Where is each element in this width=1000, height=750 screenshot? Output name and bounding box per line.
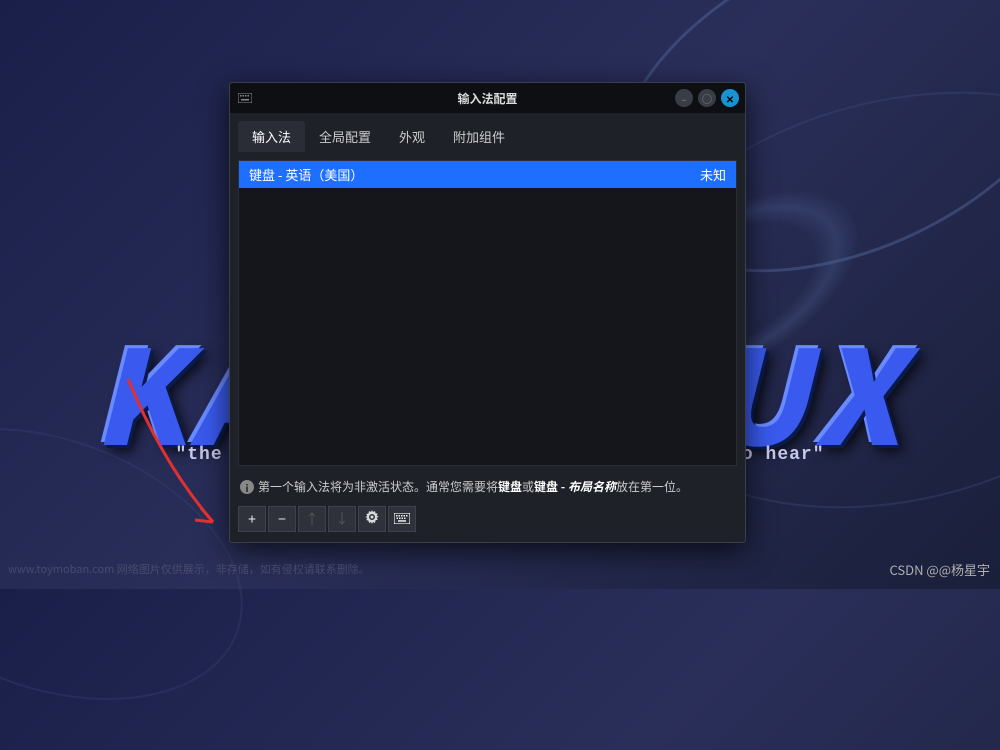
move-up-button[interactable]: ↑ (298, 506, 326, 532)
keyboard-button[interactable] (388, 506, 416, 532)
tab-bar: 输入法 全局配置 外观 附加组件 (230, 113, 745, 152)
tab-appearance[interactable]: 外观 (385, 121, 439, 152)
tab-global-config[interactable]: 全局配置 (305, 121, 385, 152)
input-method-config-dialog: 输入法配置 – ○ ✕ 输入法 全局配置 外观 附加组件 键盘 - 英语（美国）… (229, 82, 746, 543)
move-down-button[interactable]: ↓ (328, 506, 356, 532)
gear-icon (365, 509, 379, 529)
add-button[interactable]: + (238, 506, 266, 532)
settings-button[interactable] (358, 506, 386, 532)
tab-input-method[interactable]: 输入法 (238, 121, 305, 152)
input-method-name: 键盘 - 英语（美国） (249, 165, 363, 184)
keyboard-icon (238, 90, 252, 107)
titlebar: 输入法配置 – ○ ✕ (230, 83, 745, 113)
remove-button[interactable]: − (268, 506, 296, 532)
info-icon: i (240, 480, 254, 494)
input-method-status: 未知 (700, 165, 726, 184)
toolbar: + − ↑ ↓ (230, 500, 745, 542)
info-text: 第一个输入法将为非激活状态。通常您需要将键盘或键盘 - 布局名称放在第一位。 (258, 478, 688, 496)
close-button[interactable]: ✕ (721, 89, 739, 107)
maximize-button[interactable]: ○ (698, 89, 716, 107)
input-method-list[interactable]: 键盘 - 英语（美国） 未知 (238, 160, 737, 466)
tab-addons[interactable]: 附加组件 (439, 121, 519, 152)
info-message: i 第一个输入法将为非激活状态。通常您需要将键盘或键盘 - 布局名称放在第一位。 (230, 474, 745, 500)
minimize-button[interactable]: – (675, 89, 693, 107)
dialog-title: 输入法配置 (230, 90, 745, 107)
window-controls: – ○ ✕ (675, 89, 739, 107)
list-item[interactable]: 键盘 - 英语（美国） 未知 (239, 161, 736, 188)
keyboard-icon (394, 509, 410, 529)
watermark-author: CSDN @@杨星宇 (889, 560, 990, 579)
watermark-source: www.toymoban.com 网络图片仅供展示，非存储，如有侵权请联系删除。 (8, 561, 370, 577)
